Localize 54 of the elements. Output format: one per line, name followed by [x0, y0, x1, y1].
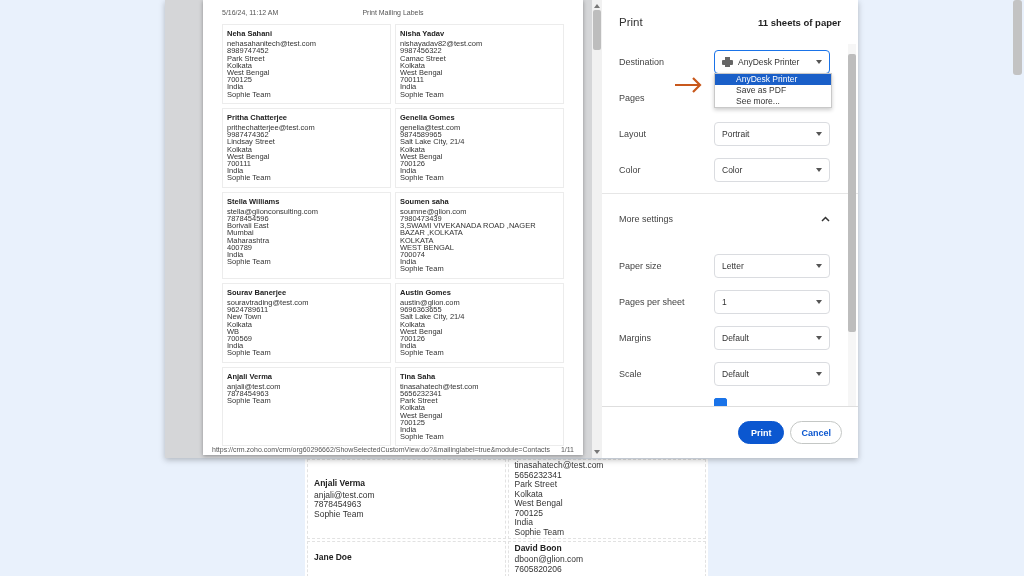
address-line: dboon@glion.com — [514, 555, 585, 565]
scrollbar[interactable] — [592, 0, 602, 458]
cancel-button[interactable]: Cancel — [790, 421, 842, 444]
setting-label: Color — [619, 165, 642, 175]
arrow-icon — [675, 77, 702, 93]
select-field[interactable]: 1 — [714, 290, 830, 314]
contact-name: Jane Doe — [314, 553, 353, 563]
address-line: 7878454963 — [314, 500, 362, 510]
setting-label: Paper size — [619, 261, 663, 271]
address-line: Sophie Team — [514, 527, 565, 537]
setting-label: Layout — [619, 129, 648, 139]
address-line: Sophie Team — [314, 509, 365, 519]
sheet-count: 11 sheets of paper — [758, 16, 841, 28]
setting-label: Margins — [619, 333, 652, 343]
address-line: 700125 — [514, 508, 543, 518]
scrollbar-thumb[interactable] — [848, 54, 856, 332]
menu-option[interactable]: See more... — [715, 96, 831, 107]
setting-label: Scale — [619, 369, 643, 379]
address-line: Park Street — [514, 480, 559, 490]
dialog-title: Print — [619, 16, 643, 28]
dropdown-caret-icon — [816, 336, 822, 340]
dropdown-caret-icon — [816, 60, 822, 64]
dropdown-caret-icon — [816, 132, 822, 136]
dropdown-caret-icon — [816, 168, 822, 172]
select-field[interactable]: Default — [714, 362, 830, 386]
dropdown-caret-icon — [816, 372, 822, 376]
dropdown-caret-icon — [816, 300, 822, 304]
more-settings-toggle[interactable]: More settings — [619, 214, 674, 224]
menu-option[interactable]: Save as PDF — [715, 85, 831, 96]
menu-option[interactable]: AnyDesk Printer — [715, 74, 831, 85]
address-line: West Bengal — [514, 499, 564, 509]
address-line: tinasahatech@test.com — [514, 461, 605, 471]
dropdown-caret-icon — [816, 264, 822, 268]
address-line: 7605820206 — [514, 564, 562, 575]
select-field[interactable]: Letter — [714, 254, 830, 278]
select-field[interactable]: Portrait — [714, 122, 830, 146]
setting-label: Pages per sheet — [619, 297, 686, 307]
scrollbar[interactable] — [848, 44, 856, 406]
address-line: anjali@test.com — [314, 490, 376, 500]
scroll-down-icon — [594, 450, 600, 454]
address-line: India — [514, 518, 534, 528]
address-line: Kolkata — [514, 489, 544, 499]
setting-label: Pages — [619, 93, 646, 103]
setting-label: Destination — [619, 57, 666, 67]
select-field[interactable]: Color — [714, 158, 830, 182]
select-field[interactable]: Default — [714, 326, 830, 350]
address-line: 5656232341 — [514, 470, 563, 480]
contact-name: Anjali Verma — [314, 479, 367, 489]
print-button[interactable]: Print — [737, 421, 785, 444]
contact-name: David Boon — [514, 543, 563, 554]
chevron-icon[interactable] — [821, 216, 830, 222]
scrollbar-thumb[interactable] — [1013, 0, 1022, 75]
scrollbar-thumb[interactable] — [593, 10, 601, 50]
scroll-up-icon — [594, 4, 600, 8]
